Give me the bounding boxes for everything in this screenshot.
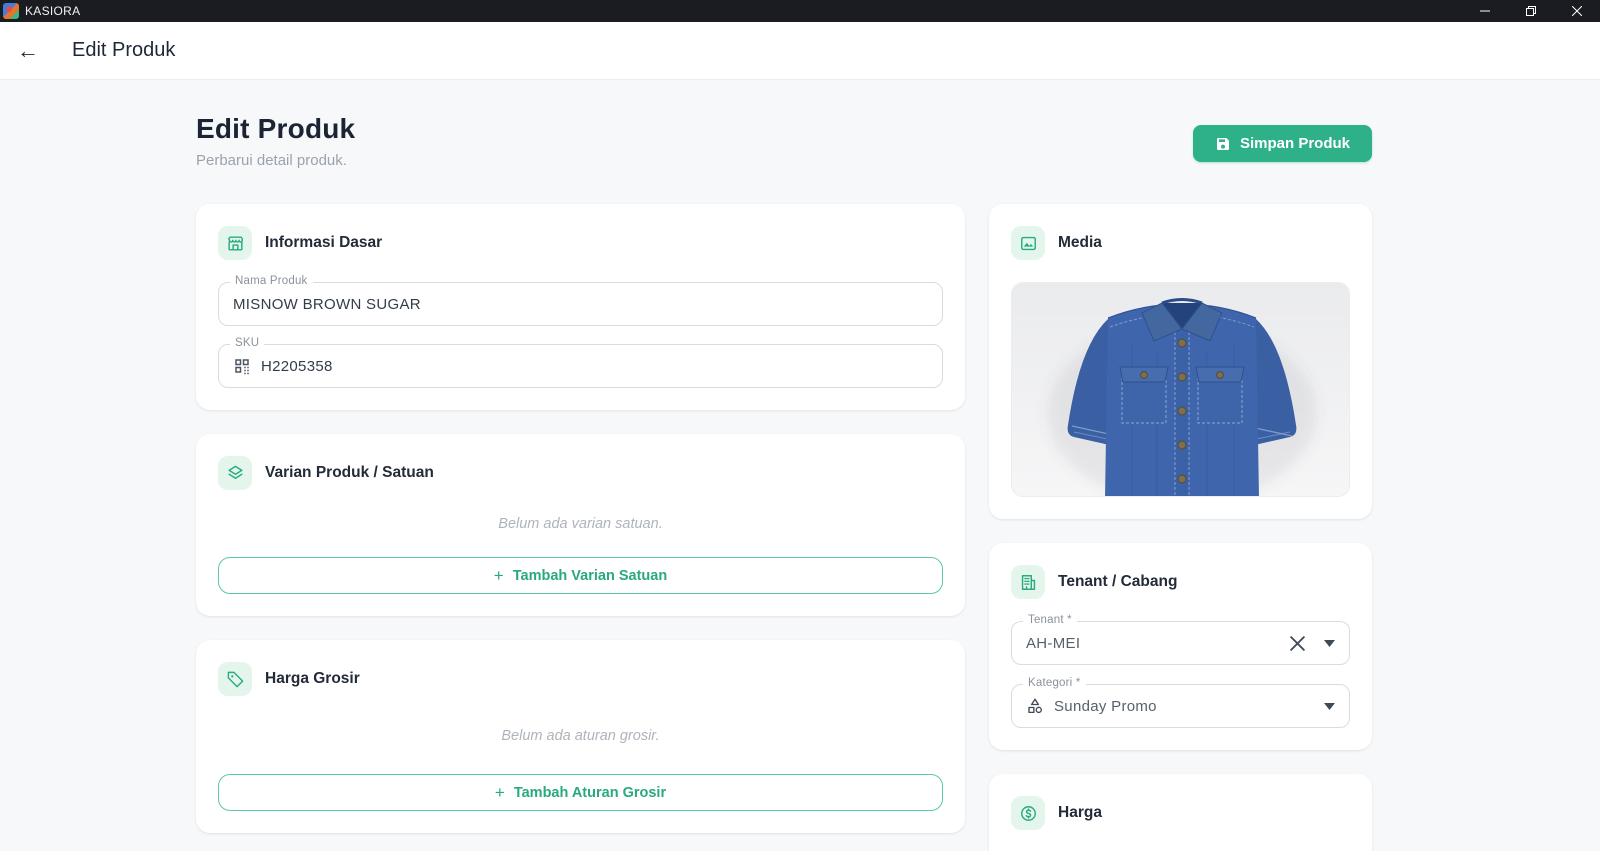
card-harga: Harga	[989, 774, 1372, 851]
tenant-value: AH-MEI	[1026, 634, 1081, 652]
dollar-circle-icon	[1011, 796, 1045, 830]
card-title-tenant: Tenant / Cabang	[1058, 573, 1178, 590]
grosir-empty-text: Belum ada aturan grosir.	[501, 728, 660, 744]
page-subtitle: Perbarui detail produk.	[196, 152, 347, 169]
close-button[interactable]	[1554, 0, 1600, 22]
back-button[interactable]: ←	[8, 31, 48, 71]
sku-field[interactable]: SKU	[218, 337, 943, 388]
page-head: Edit Produk Perbarui detail produk. Simp…	[196, 113, 1372, 169]
window-titlebar: KASIORA	[0, 0, 1600, 22]
card-title-media: Media	[1058, 234, 1102, 251]
tenant-label: Tenant *	[1023, 614, 1077, 626]
store-icon	[218, 226, 252, 260]
card-tenant-cabang: Tenant / Cabang Tenant * AH-MEI Kategori…	[989, 543, 1372, 750]
kategori-label: Kategori *	[1023, 677, 1086, 689]
page-title: Edit Produk	[196, 113, 356, 144]
add-grosir-label: Tambah Aturan Grosir	[513, 784, 667, 801]
save-icon	[1216, 137, 1229, 150]
minimize-icon	[1480, 10, 1490, 12]
chevron-down-icon[interactable]	[1324, 639, 1335, 647]
denim-shirt-illustration	[1012, 283, 1349, 496]
add-varian-label: Tambah Varian Satuan	[512, 567, 668, 584]
sku-label: SKU	[230, 337, 265, 349]
image-icon	[1011, 226, 1045, 260]
card-title-harga-grosir: Harga Grosir	[265, 670, 360, 687]
card-media: Media	[989, 204, 1372, 519]
plus-icon: +	[493, 566, 504, 585]
card-informasi-dasar: Informasi Dasar Nama Produk SKU	[196, 204, 965, 410]
card-varian-produk: Varian Produk / Satuan Belum ada varian …	[196, 434, 965, 616]
nama-produk-label: Nama Produk	[230, 275, 313, 287]
qr-code-icon	[233, 357, 251, 375]
building-icon	[1011, 565, 1045, 599]
product-image[interactable]	[1011, 282, 1350, 497]
restore-icon	[1526, 6, 1536, 16]
layers-icon	[218, 456, 252, 490]
minimize-button[interactable]	[1462, 0, 1508, 22]
save-product-button[interactable]: Simpan Produk	[1192, 125, 1372, 162]
nama-produk-field[interactable]: Nama Produk	[218, 275, 943, 326]
plus-icon: +	[494, 783, 505, 802]
card-title-varian: Varian Produk / Satuan	[265, 464, 434, 481]
tenant-select[interactable]: Tenant * AH-MEI	[1011, 614, 1350, 665]
kategori-select[interactable]: Kategori * Sunday Promo	[1011, 677, 1350, 728]
save-button-label: Simpan Produk	[1239, 135, 1350, 152]
tag-icon	[218, 662, 252, 696]
kategori-value: Sunday Promo	[1054, 697, 1157, 715]
card-title-harga: Harga	[1058, 804, 1102, 821]
app-logo-icon	[3, 3, 19, 19]
varian-empty-text: Belum ada varian satuan.	[498, 516, 663, 532]
add-grosir-button[interactable]: + Tambah Aturan Grosir	[218, 774, 943, 811]
restore-button[interactable]	[1508, 0, 1554, 22]
card-title-informasi-dasar: Informasi Dasar	[265, 234, 383, 251]
page-content: Edit Produk Perbarui detail produk. Simp…	[0, 80, 1600, 851]
app-header: ← Edit Produk	[0, 22, 1600, 80]
nama-produk-input[interactable]	[233, 295, 928, 313]
sku-input[interactable]	[261, 357, 928, 375]
chevron-down-icon[interactable]	[1324, 702, 1335, 710]
close-icon	[1572, 6, 1582, 16]
app-name: KASIORA	[25, 4, 81, 18]
appbar-title: Edit Produk	[72, 39, 176, 61]
category-shapes-icon	[1026, 697, 1044, 715]
clear-tenant-icon[interactable]	[1289, 635, 1306, 652]
card-harga-grosir: Harga Grosir Belum ada aturan grosir. + …	[196, 640, 965, 833]
add-varian-button[interactable]: + Tambah Varian Satuan	[218, 557, 943, 594]
